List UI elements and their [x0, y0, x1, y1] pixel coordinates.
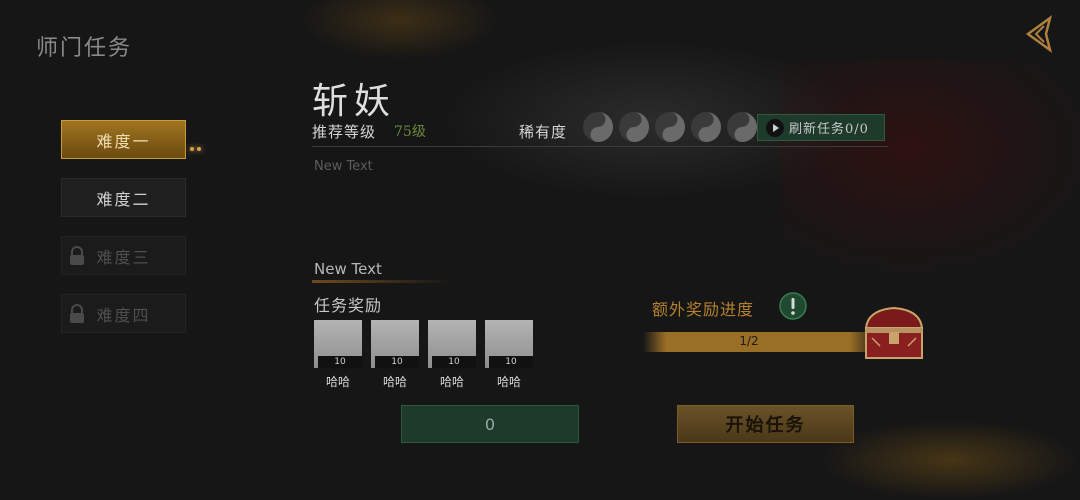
difficulty-tab-label: 难度四 [96, 305, 151, 325]
reward-item-count: 10 [375, 356, 419, 368]
section-underline [312, 280, 452, 283]
reward-item-slot[interactable]: 10 [371, 320, 419, 368]
left-action-button[interactable]: 0 [401, 405, 579, 443]
mission-description: New Text [314, 159, 373, 174]
reward-item-slot[interactable]: 10 [314, 320, 362, 368]
difficulty-tab-2[interactable]: 难度二 [61, 178, 186, 217]
reward-item-count: 10 [318, 356, 362, 368]
lock-icon [70, 304, 84, 323]
difficulty-tab-1[interactable]: 难度一 [61, 120, 186, 159]
difficulty-tab-3[interactable]: 难度三 [61, 236, 186, 275]
reward-title: 任务奖励 [314, 296, 383, 315]
info-exclamation-icon[interactable] [779, 292, 807, 320]
back-arrow-icon[interactable] [1022, 14, 1062, 54]
extra-reward-label: 额外奖励进度 [652, 300, 755, 319]
rarity-yinyang-icon [583, 112, 613, 142]
extra-reward-progress-text: 1/2 [739, 334, 759, 348]
rarity-yinyang-icon [691, 112, 721, 142]
play-icon [766, 118, 784, 137]
difficulty-tab-label: 难度一 [96, 131, 151, 151]
rarity-yinyang-icon [727, 112, 757, 142]
difficulty-tab-label: 难度二 [96, 189, 151, 209]
active-indicator [190, 136, 204, 155]
recommend-level-label: 推荐等级 [312, 123, 377, 141]
treasure-chest-icon[interactable] [858, 302, 930, 366]
reward-item-name: 哈哈 [325, 375, 350, 389]
reward-item-slot[interactable]: 10 [428, 320, 476, 368]
lock-icon [70, 246, 84, 265]
mission-name: 斩妖 [312, 81, 397, 122]
reward-item-count: 10 [432, 356, 476, 368]
difficulty-tab-4[interactable]: 难度四 [61, 294, 186, 333]
rarity-yinyang-icon [619, 112, 649, 142]
reward-item-slot[interactable]: 10 [485, 320, 533, 368]
refresh-mission-label: 刷新任务0/0 [789, 122, 869, 137]
recommend-level-value: 75级 [394, 124, 426, 140]
refresh-mission-button[interactable]: 刷新任务0/0 [757, 114, 885, 141]
reward-item-name: 哈哈 [382, 375, 407, 389]
rarity-yinyang-icon [655, 112, 685, 142]
page-title: 师门任务 [36, 36, 133, 61]
start-mission-button[interactable]: 开始任务 [677, 405, 854, 443]
reward-item-count: 10 [489, 356, 533, 368]
start-mission-label: 开始任务 [725, 415, 806, 436]
reward-item-name: 哈哈 [496, 375, 521, 389]
rarity-label: 稀有度 [519, 123, 568, 141]
reward-section-text: New Text [314, 260, 382, 278]
info-divider [312, 146, 888, 147]
left-action-label: 0 [484, 414, 496, 434]
reward-item-name: 哈哈 [439, 375, 464, 389]
difficulty-tab-label: 难度三 [96, 247, 151, 267]
